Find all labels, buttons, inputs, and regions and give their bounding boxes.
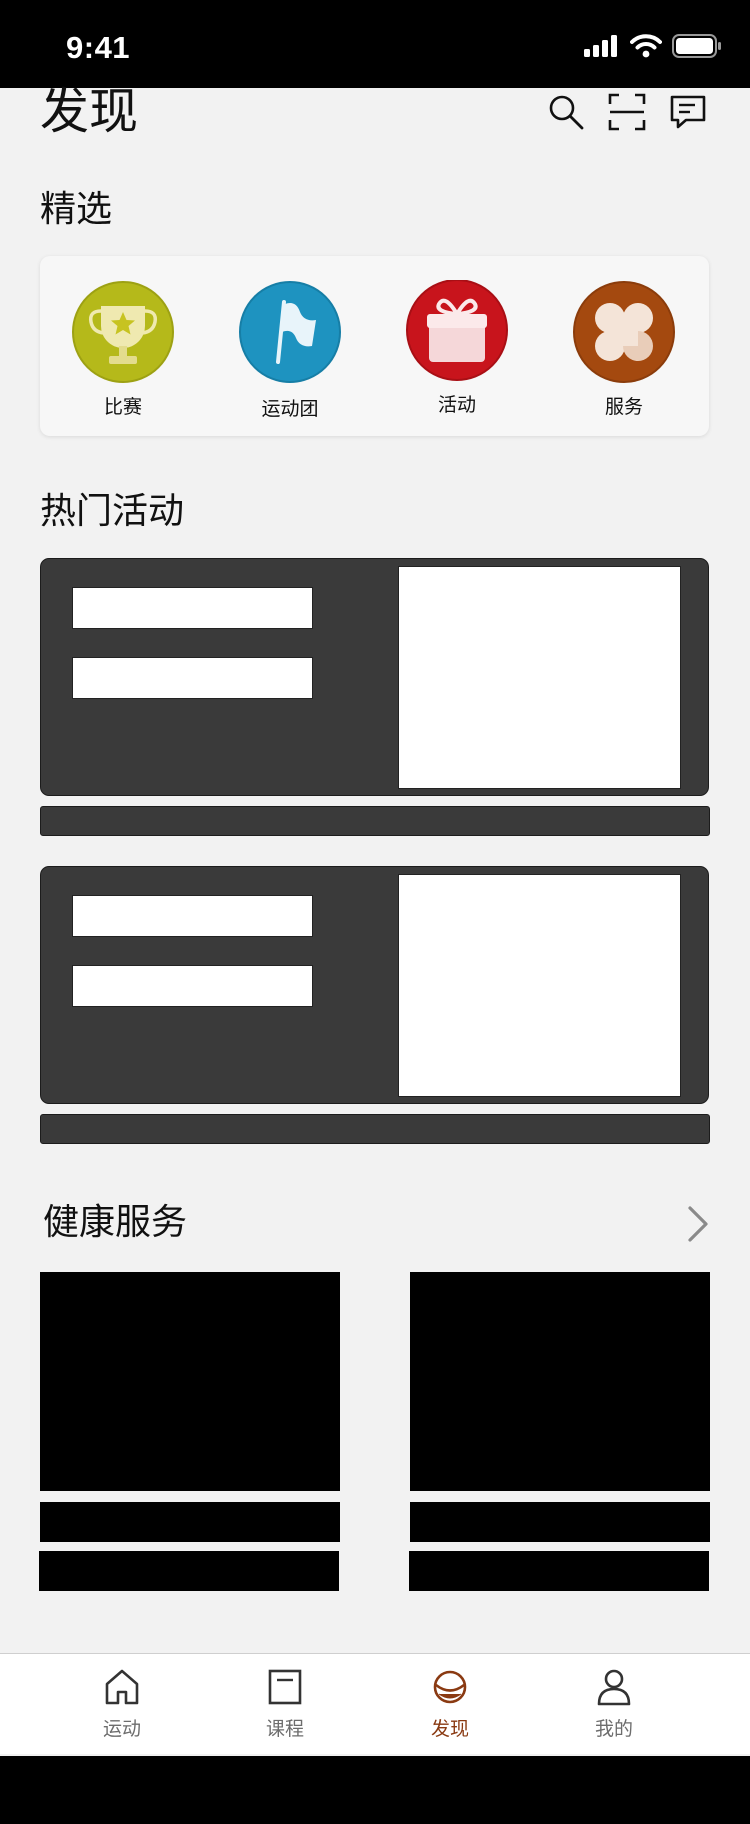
tab-label: 课程 xyxy=(265,1718,304,1740)
tab-sports[interactable]: 运动 xyxy=(62,1654,182,1754)
gift-icon xyxy=(406,280,508,381)
tab-profile[interactable]: 我的 xyxy=(554,1654,674,1754)
search-icon[interactable] xyxy=(546,92,586,132)
trophy-icon xyxy=(72,281,174,383)
status-bar: 9:41 xyxy=(0,0,750,88)
featured-item-label: 活动 xyxy=(437,394,476,416)
course-icon xyxy=(268,1669,302,1705)
activity-card-footer-bar xyxy=(40,806,710,836)
health-service-title-placeholder xyxy=(40,1502,340,1542)
activity-card-title-placeholder xyxy=(72,587,313,629)
health-service-subtitle-placeholder xyxy=(409,1551,709,1591)
activity-card-image xyxy=(398,566,681,789)
featured-item-label: 比赛 xyxy=(103,396,142,418)
discover-icon xyxy=(433,1670,467,1704)
page-title: 发现 xyxy=(40,83,139,140)
cellular-signal-icon xyxy=(584,35,617,57)
featured-item-sports-team[interactable]: 运动团 xyxy=(230,280,350,420)
health-services-section-title: 健康服务 xyxy=(43,1202,188,1243)
featured-card: 比赛 运动团 活动 服务 xyxy=(40,256,709,436)
featured-item-label: 运动团 xyxy=(261,398,319,420)
tab-discover[interactable]: 发现 xyxy=(390,1654,510,1754)
tab-label: 运动 xyxy=(102,1718,141,1740)
featured-section-title: 精选 xyxy=(40,189,113,230)
status-time: 9:41 xyxy=(66,30,131,65)
featured-item-service[interactable]: 服务 xyxy=(564,280,684,420)
tab-label: 发现 xyxy=(430,1718,469,1740)
hot-activities-section-title: 热门活动 xyxy=(40,491,185,532)
health-service-image[interactable] xyxy=(40,1272,340,1491)
home-indicator-area xyxy=(0,1756,750,1824)
scan-icon[interactable] xyxy=(607,92,647,132)
tab-courses[interactable]: 课程 xyxy=(225,1654,345,1754)
flag-icon xyxy=(239,281,341,383)
activity-card-title-placeholder xyxy=(72,895,313,937)
activity-card[interactable] xyxy=(40,866,709,1104)
message-icon[interactable] xyxy=(668,92,708,132)
activity-card-footer-bar xyxy=(40,1114,710,1144)
tab-bar: 运动 课程 发现 我的 xyxy=(0,1653,750,1754)
health-service-subtitle-placeholder xyxy=(39,1551,339,1591)
activity-card-subtitle-placeholder xyxy=(72,657,313,699)
status-icons xyxy=(584,32,722,60)
wifi-icon xyxy=(630,34,662,58)
tab-label: 我的 xyxy=(594,1718,633,1740)
clover-icon xyxy=(573,281,675,383)
profile-icon xyxy=(597,1669,631,1706)
chevron-right-icon[interactable] xyxy=(684,1202,712,1246)
health-service-image[interactable] xyxy=(410,1272,710,1491)
featured-item-competition[interactable]: 比赛 xyxy=(63,280,183,420)
activity-card[interactable] xyxy=(40,558,709,796)
home-icon xyxy=(105,1669,139,1705)
featured-item-label: 服务 xyxy=(604,396,643,418)
health-service-title-placeholder xyxy=(410,1502,710,1542)
battery-icon xyxy=(672,34,721,58)
activity-card-image xyxy=(398,874,681,1097)
featured-item-activity[interactable]: 活动 xyxy=(397,280,517,420)
activity-card-subtitle-placeholder xyxy=(72,965,313,1007)
